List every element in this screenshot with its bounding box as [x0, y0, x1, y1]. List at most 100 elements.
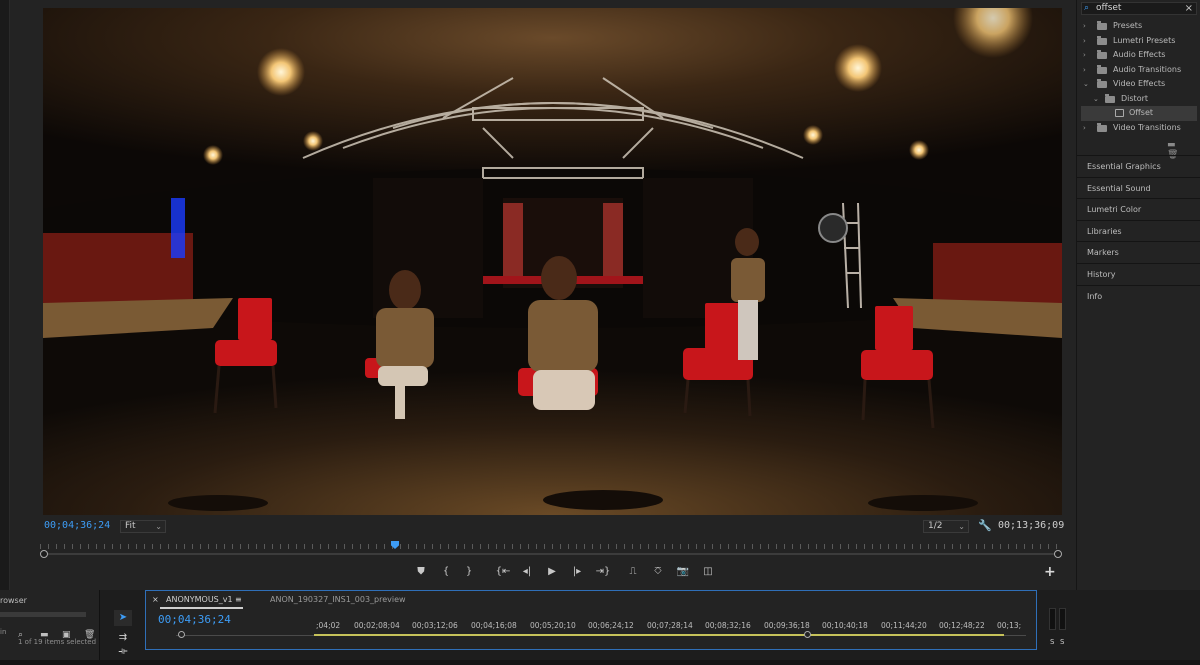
tab-anonymous-v1[interactable]: ANONYMOUS_v1: [166, 595, 233, 604]
step-back-button[interactable]: ◂|: [519, 564, 535, 580]
mark-out-button[interactable]: }: [461, 564, 477, 580]
ruler-label: 00;13;: [997, 621, 1022, 630]
audio-meters: S S: [1045, 600, 1069, 650]
track-select-tool-icon[interactable]: ⇉: [114, 630, 132, 646]
ruler-label: 00;07;28;14: [647, 621, 693, 630]
ruler-label: 00;02;08;04: [354, 621, 400, 630]
tree-item-lumetri-presets[interactable]: › Lumetri Presets: [1081, 34, 1197, 49]
chevron-down-icon: ⌄: [958, 522, 965, 531]
premiere-pro-window: 00;04;36;24 Fit ⌄ 1/2 ⌄ 🔧 00;13;36;09 ⛊ …: [0, 0, 1200, 665]
scroll-handle-left[interactable]: [178, 631, 185, 638]
effects-search-value: offset: [1096, 3, 1122, 13]
tree-item-label: Presets: [1113, 21, 1143, 30]
tree-item-distort[interactable]: ⌄ Distort: [1081, 92, 1197, 107]
new-bin-icon[interactable]: ▬: [1167, 140, 1176, 150]
export-frame-button[interactable]: 📷: [675, 564, 691, 580]
chevron-right-icon[interactable]: ›: [1083, 63, 1091, 78]
go-to-out-button[interactable]: ⇥}: [592, 564, 614, 580]
zoom-level-select[interactable]: Fit ⌄: [120, 520, 166, 533]
tree-item-label: Offset: [1129, 108, 1154, 117]
panel-markers[interactable]: Markers: [1077, 241, 1200, 263]
panel-history[interactable]: History: [1077, 262, 1200, 285]
mark-in-button[interactable]: {: [438, 564, 454, 580]
folder-icon: [1097, 79, 1107, 88]
playhead-timecode[interactable]: 00;04;36;24: [44, 520, 110, 531]
wrench-icon[interactable]: 🔧: [978, 519, 992, 532]
chevron-right-icon[interactable]: ›: [1083, 121, 1091, 136]
chevron-down-icon[interactable]: ⌄: [1083, 77, 1091, 92]
chevron-right-icon[interactable]: ›: [1083, 34, 1091, 49]
theater-360-scene: [43, 8, 1062, 515]
clear-search-icon[interactable]: ×: [1185, 3, 1193, 14]
tree-item-video-transitions[interactable]: › Video Transitions: [1081, 121, 1197, 136]
step-forward-button[interactable]: |▸: [569, 564, 585, 580]
lift-button[interactable]: ⎍: [625, 564, 641, 580]
tree-item-label: Audio Effects: [1113, 50, 1166, 59]
program-monitor: 00;04;36;24 Fit ⌄ 1/2 ⌄ 🔧 00;13;36;09 ⛊ …: [10, 0, 1076, 590]
folder-icon: [1097, 122, 1107, 132]
tab-preview-sequence[interactable]: ANON_190327_INS1_003_preview: [270, 595, 406, 604]
ruler-label: 00;10;40;18: [822, 621, 868, 630]
ruler-label: 00;05;20;10: [530, 621, 576, 630]
duration-timecode: 00;13;36;09: [998, 520, 1065, 531]
folder-icon: [1097, 35, 1107, 45]
add-marker-button[interactable]: ⛊: [413, 564, 429, 580]
tree-item-label: Video Transitions: [1113, 122, 1181, 132]
chevron-right-icon[interactable]: ›: [1083, 48, 1091, 63]
timeline-zoom-scrollbar[interactable]: [176, 631, 1026, 638]
ruler-label: 00;04;16;08: [471, 621, 517, 630]
tree-item-audio-effects[interactable]: › Audio Effects: [1081, 48, 1197, 63]
timeline-timecode[interactable]: 00;04;36;24: [158, 613, 231, 626]
transport-controls: ⛊ { } {⇤ ◂| ▶ |▸ ⇥} ⎍ ⎏ 📷 ◫ +: [10, 564, 1076, 582]
panel-essential-graphics[interactable]: Essential Graphics: [1077, 155, 1200, 177]
zoom-scroll-track[interactable]: [44, 553, 1058, 555]
chevron-down-icon[interactable]: ⌄: [1093, 92, 1101, 107]
panel-essential-sound[interactable]: Essential Sound: [1077, 176, 1200, 199]
selection-tool-icon[interactable]: ➤: [114, 610, 132, 626]
zoom-handle-left[interactable]: [40, 550, 48, 558]
tree-item-audio-transitions[interactable]: › Audio Transitions: [1081, 63, 1197, 78]
panel-lumetri-color[interactable]: Lumetri Color: [1077, 198, 1200, 220]
go-to-in-button[interactable]: {⇤: [492, 564, 514, 580]
tree-item-presets[interactable]: › Presets: [1081, 19, 1197, 34]
folder-icon: [1097, 64, 1107, 74]
resolution-value: 1/2: [928, 521, 943, 531]
work-area-bar[interactable]: [314, 634, 1004, 636]
panel-title[interactable]: rowser: [0, 596, 27, 605]
chevron-right-icon[interactable]: ›: [1083, 19, 1091, 34]
comparison-view-button[interactable]: ◫: [700, 564, 716, 580]
meter-left: [1049, 608, 1056, 630]
close-tab-icon[interactable]: ×: [152, 595, 159, 604]
ruler-label: 00;06;24;12: [588, 621, 634, 630]
panel-libraries[interactable]: Libraries: [1077, 219, 1200, 242]
project-browser-panel: rowser in ⌕ ▬ ▣ 🗑 1 of 19 items selected: [0, 590, 100, 665]
button-editor-plus-icon[interactable]: +: [1044, 564, 1056, 580]
panel-info[interactable]: Info: [1077, 284, 1200, 307]
timeline-panel: × ANONYMOUS_v1 ≡ ANON_190327_INS1_003_pr…: [145, 590, 1037, 650]
effect-icon: [1115, 109, 1124, 117]
tools-panel: ➤ ⇉ ⟛: [108, 598, 138, 658]
ripple-edit-tool-icon[interactable]: ⟛: [114, 647, 132, 657]
tree-item-video-effects[interactable]: ⌄ Video Effects: [1081, 77, 1197, 92]
ruler-label: 00;03;12;06: [412, 621, 458, 630]
timeline-ruler[interactable]: ;04;02 00;02;08;04 00;03;12;06 00;04;16;…: [314, 621, 1026, 633]
solo-right-button[interactable]: S: [1060, 638, 1064, 646]
tree-item-offset[interactable]: Offset: [1081, 106, 1197, 121]
active-tab-indicator: [160, 607, 243, 609]
selection-status: 1 of 19 items selected: [18, 638, 97, 646]
playback-resolution-select[interactable]: 1/2 ⌄: [923, 520, 969, 533]
solo-left-button[interactable]: S: [1050, 638, 1054, 646]
browser-search-bar[interactable]: [0, 612, 86, 617]
effects-search-input[interactable]: ⌕ offset ×: [1081, 2, 1197, 15]
tree-item-label: Lumetri Presets: [1113, 35, 1176, 45]
tab-menu-icon[interactable]: ≡: [235, 595, 242, 604]
monitor-time-ruler[interactable]: [40, 540, 1062, 558]
chevron-down-icon: ⌄: [155, 522, 162, 531]
program-video-frame[interactable]: [43, 8, 1062, 515]
side-panel-list: Essential Graphics Essential Sound Lumet…: [1077, 155, 1200, 306]
zoom-handle-right[interactable]: [1054, 550, 1062, 558]
extract-button[interactable]: ⎏: [650, 564, 666, 580]
scroll-handle-right[interactable]: [804, 631, 811, 638]
play-button[interactable]: ▶: [544, 564, 560, 580]
search-icon: ⌕: [1084, 3, 1090, 13]
